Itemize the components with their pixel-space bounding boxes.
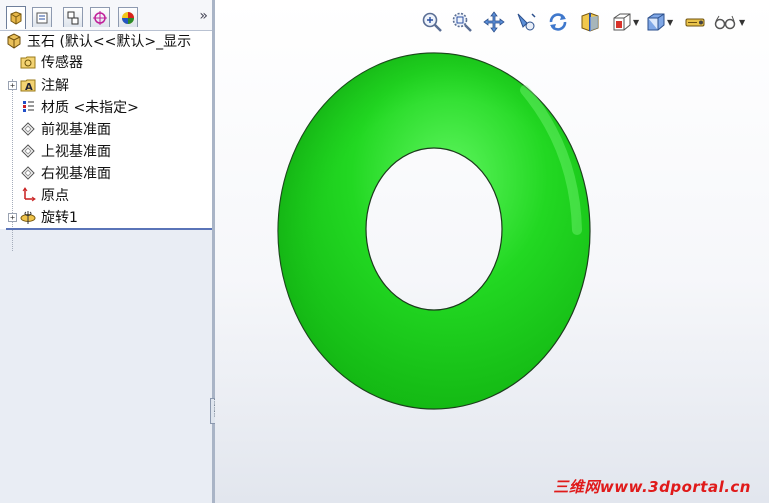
torus-model[interactable] [215, 0, 769, 503]
display-manager-icon [122, 11, 134, 24]
heads-up-view-toolbar: ▼ ▼ ▼ [415, 6, 769, 36]
display-style-icon[interactable] [643, 9, 669, 35]
property-manager-tab[interactable] [32, 7, 52, 27]
view-orientation-icon[interactable] [609, 9, 635, 35]
svg-text:A: A [25, 82, 33, 93]
property-manager-icon [36, 12, 48, 23]
plane-icon [19, 142, 37, 160]
sensor-folder-icon [19, 53, 37, 71]
tree-item-right-plane[interactable]: 右视基准面 [8, 162, 212, 184]
part-icon [5, 32, 23, 50]
pan-icon[interactable] [481, 9, 507, 35]
origin-icon [19, 186, 37, 204]
tree-item-label: 右视基准面 [41, 166, 111, 182]
configuration-manager-tab[interactable] [63, 7, 83, 27]
tree-divider [6, 228, 212, 230]
view-settings-icon[interactable] [713, 9, 739, 35]
rotate-icon[interactable] [545, 9, 571, 35]
zoom-to-fit-icon[interactable] [419, 9, 445, 35]
dimxpert-tab[interactable] [90, 7, 110, 27]
view-orientation-dropdown-icon[interactable]: ▼ [633, 18, 639, 27]
configuration-manager-icon [67, 11, 79, 24]
zoom-to-area-icon[interactable] [449, 9, 475, 35]
tree-item-label: 注解 [41, 78, 69, 94]
tree-item-label: 上视基准面 [41, 144, 111, 160]
tree-item-annotations[interactable]: + A 注解 [8, 74, 212, 96]
tree-root-part[interactable]: 玉石 (默认<<默认>_显示 [5, 30, 215, 52]
expand-plus-icon[interactable]: + [8, 80, 17, 90]
panel-tab-bar: » [0, 0, 212, 31]
display-style-dropdown-icon[interactable]: ▼ [667, 18, 673, 27]
model-area [215, 0, 769, 503]
plane-icon [19, 120, 37, 138]
tree-item-label: 材质 <未指定> [41, 100, 139, 116]
tree-item-label: 传感器 [41, 55, 83, 71]
plane-icon [19, 164, 37, 182]
tree-item-top-plane[interactable]: 上视基准面 [8, 140, 212, 162]
more-tabs-chevron-icon[interactable]: » [199, 8, 208, 24]
display-manager-tab[interactable] [118, 7, 138, 27]
tree-item-origin[interactable]: 原点 [8, 184, 212, 206]
material-icon [19, 98, 37, 116]
tree-item-label: 旋转1 [41, 210, 78, 226]
part-name-label: 玉石 (默认<<默认>_显示 [27, 34, 192, 50]
feature-manager-panel: » 玉石 (默认<<默认>_显示 传感器 + A 注解 材质 <未指定> 前视基… [0, 0, 215, 503]
feature-manager-icon [10, 11, 22, 25]
annotation-icon: A [19, 76, 37, 94]
tree-item-front-plane[interactable]: 前视基准面 [8, 118, 212, 140]
revolve-feature-icon [19, 208, 37, 226]
graphics-viewport[interactable]: ▼ ▼ ▼ 三维网www.3dportal.cn [215, 0, 769, 503]
feature-tree: 玉石 (默认<<默认>_显示 传感器 + A 注解 材质 <未指定> 前视基准面… [0, 30, 215, 251]
feature-manager-tab[interactable] [6, 6, 26, 29]
site-watermark: 三维网www.3dportal.cn [553, 478, 751, 496]
tree-item-sensors[interactable]: 传感器 [8, 51, 212, 73]
previous-view-icon[interactable] [513, 9, 539, 35]
view-settings-dropdown-icon[interactable]: ▼ [739, 18, 745, 27]
tree-item-material[interactable]: 材质 <未指定> [8, 96, 212, 118]
tree-item-revolve1[interactable]: + 旋转1 [8, 206, 212, 228]
tree-item-label: 前视基准面 [41, 122, 111, 138]
expand-plus-icon[interactable]: + [8, 212, 17, 222]
section-view-icon[interactable] [577, 9, 603, 35]
hide-show-icon[interactable] [683, 9, 709, 35]
dimxpert-icon [93, 10, 107, 25]
tree-item-label: 原点 [41, 188, 69, 204]
